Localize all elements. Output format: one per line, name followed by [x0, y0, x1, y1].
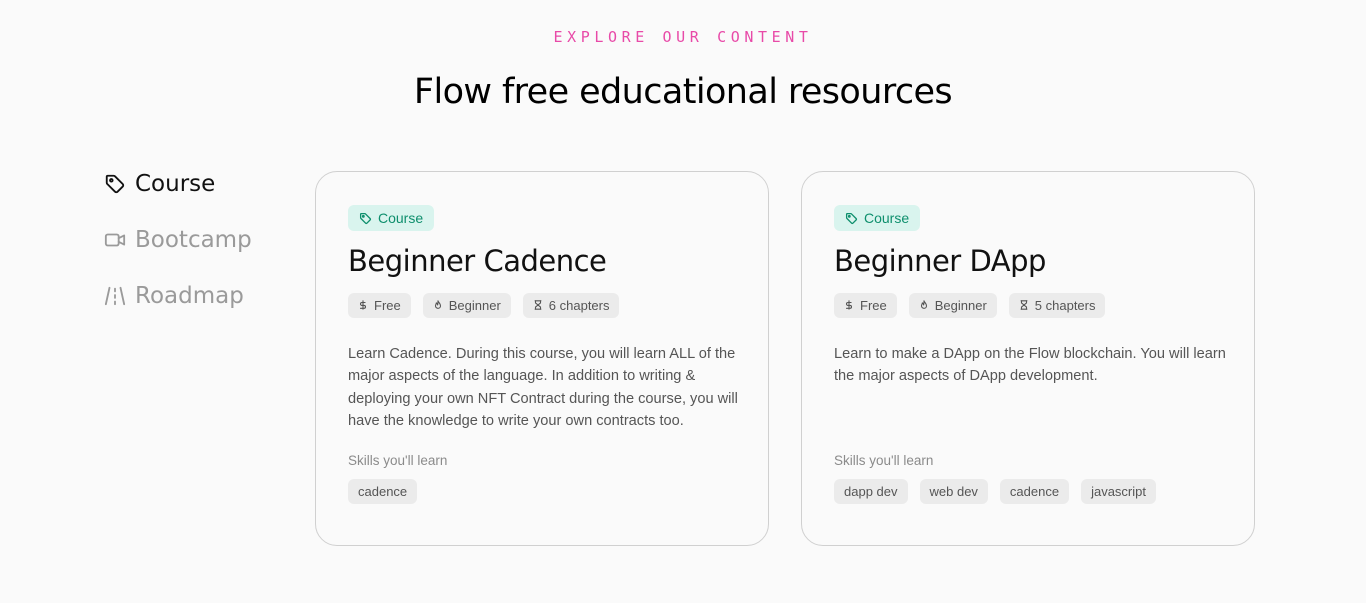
flame-icon	[434, 300, 441, 310]
skill-tag: web dev	[919, 478, 988, 504]
skill-tag: dapp dev	[834, 478, 908, 504]
skills-list: dapp dev web dev cadence javascript	[834, 478, 1222, 504]
skill-tag: cadence	[348, 478, 418, 504]
type-badge: Course	[834, 205, 921, 231]
dollar-icon	[845, 300, 852, 311]
sidebar-item-label: Roadmap	[135, 283, 244, 309]
skills-label: Skills you'll learn	[834, 452, 934, 468]
type-badge-label: Course	[864, 210, 910, 226]
card-meta: Free Beginner 6 chapters	[348, 292, 736, 318]
hourglass-icon	[1020, 300, 1028, 311]
card-title: Beginner DApp	[834, 244, 1046, 278]
level-badge: Beginner	[908, 292, 997, 318]
flame-icon	[920, 300, 927, 310]
skills-list: cadence	[348, 478, 736, 504]
hourglass-icon	[534, 300, 542, 311]
content-type-nav: Course Bootcamp Roadmap	[104, 168, 294, 336]
type-badge-label: Course	[378, 210, 424, 226]
sidebar-item-label: Course	[135, 171, 216, 197]
video-icon	[104, 229, 126, 251]
tag-icon	[845, 212, 857, 224]
skills-label: Skills you'll learn	[348, 452, 448, 468]
dollar-icon	[359, 300, 366, 311]
course-card[interactable]: Course Beginner DApp Free Beginner 5 cha…	[801, 171, 1255, 546]
section-eyebrow: EXPLORE OUR CONTENT	[553, 28, 813, 46]
tag-icon	[104, 173, 126, 195]
sidebar-item-bootcamp[interactable]: Bootcamp	[104, 224, 294, 256]
chapters-badge: 5 chapters	[1008, 292, 1106, 318]
sidebar-item-roadmap[interactable]: Roadmap	[104, 280, 294, 312]
sidebar-item-label: Bootcamp	[135, 227, 252, 253]
price-badge: Free	[834, 292, 897, 318]
road-icon	[104, 285, 126, 307]
tag-icon	[359, 212, 371, 224]
card-title: Beginner Cadence	[348, 244, 607, 278]
type-badge: Course	[348, 205, 435, 231]
level-badge: Beginner	[422, 292, 511, 318]
skill-tag: javascript	[1081, 478, 1156, 504]
section-title: Flow free educational resources	[413, 72, 953, 112]
price-badge: Free	[348, 292, 411, 318]
card-meta: Free Beginner 5 chapters	[834, 292, 1222, 318]
card-description: Learn to make a DApp on the Flow blockch…	[834, 345, 1226, 385]
card-description: Learn Cadence. During this course, you w…	[348, 345, 738, 430]
sidebar-item-course[interactable]: Course	[104, 168, 294, 200]
skill-tag: cadence	[999, 478, 1070, 504]
chapters-badge: 6 chapters	[522, 292, 620, 318]
course-card[interactable]: Course Beginner Cadence Free Beginner 6 …	[315, 171, 769, 546]
